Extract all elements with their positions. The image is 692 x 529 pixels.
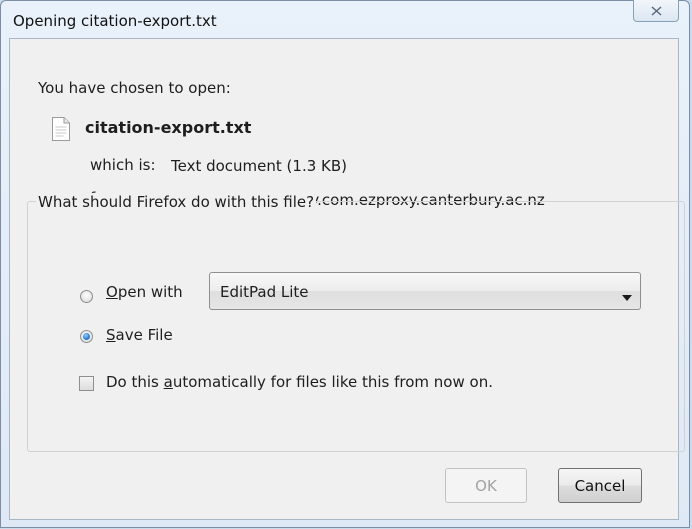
cancel-button[interactable]: Cancel (558, 468, 642, 503)
text-file-icon (51, 117, 71, 141)
open-with-access-key: O (106, 283, 118, 301)
open-prompt: You have chosen to open: (38, 79, 231, 97)
auto-label-after: utomatically for files like this from no… (172, 373, 493, 391)
close-button[interactable] (633, 0, 679, 22)
save-file-label[interactable]: Save File (106, 326, 173, 344)
open-with-label[interactable]: Open with (106, 283, 183, 301)
save-file-label-rest: ave File (115, 326, 173, 344)
save-file-radio[interactable] (80, 330, 93, 343)
window-title: Opening citation-export.txt (13, 12, 217, 30)
auto-label-before: Do this (106, 373, 164, 391)
auto-label[interactable]: Do this automatically for files like thi… (106, 373, 493, 391)
close-icon (651, 5, 662, 16)
file-type-label: which is: (90, 156, 156, 174)
file-name: citation-export.txt (85, 118, 252, 137)
auto-access-key: a (163, 373, 173, 391)
open-with-radio[interactable] (80, 290, 93, 303)
dropdown-arrow-icon (622, 287, 632, 305)
action-group-title: What should Firefox do with this file? (36, 193, 317, 211)
application-selected: EditPad Lite (220, 283, 309, 301)
auto-checkbox[interactable] (79, 376, 94, 391)
open-with-label-rest: pen with (117, 283, 183, 301)
application-dropdown[interactable]: EditPad Lite (209, 272, 641, 310)
save-file-access-key: S (106, 326, 116, 344)
title-bar: Opening citation-export.txt (1, 0, 689, 39)
ok-button[interactable]: OK (445, 468, 527, 503)
file-type-value: Text document (1.3 KB) (171, 157, 348, 175)
